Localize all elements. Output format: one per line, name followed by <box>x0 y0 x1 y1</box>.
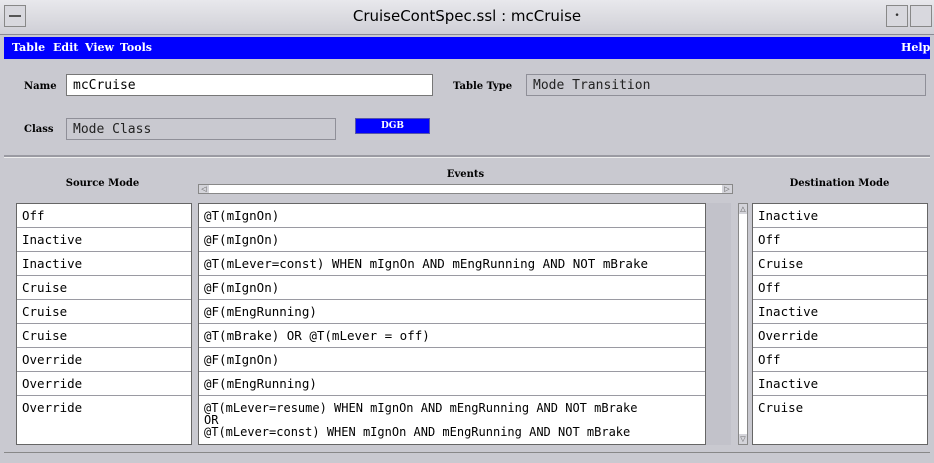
scroll-up-icon[interactable]: △ <box>739 204 747 214</box>
source-mode-header: Source Mode <box>65 178 140 189</box>
destination-cell[interactable]: Cruise <box>753 396 927 446</box>
source-cell[interactable]: Override <box>17 348 191 372</box>
event-cell[interactable]: @T(mBrake) OR @T(mLever = off) <box>199 324 705 348</box>
source-cell[interactable]: Cruise <box>17 276 191 300</box>
destination-cell[interactable]: Off <box>753 348 927 372</box>
source-cell[interactable]: Off <box>17 204 191 228</box>
source-cell[interactable]: Inactive <box>17 228 191 252</box>
destination-cell[interactable]: Inactive <box>753 372 927 396</box>
class-label: Class <box>24 124 54 135</box>
menubar: Table Edit View Tools Help <box>4 37 930 59</box>
event-cell[interactable]: @T(mLever=resume) WHEN mIgnOn AND mEngRu… <box>199 396 705 446</box>
events-gutter <box>706 203 731 445</box>
separator <box>4 155 930 158</box>
source-cell[interactable]: Cruise <box>17 300 191 324</box>
source-cell[interactable]: Override <box>17 396 191 446</box>
destination-cell[interactable]: Cruise <box>753 252 927 276</box>
destination-cell[interactable]: Inactive <box>753 204 927 228</box>
menu-tools[interactable]: Tools <box>120 41 152 54</box>
event-cell[interactable]: @F(mEngRunning) <box>199 300 705 324</box>
window-titlebar[interactable]: CruiseContSpec.ssl : mcCruise • <box>0 0 934 35</box>
event-cell[interactable]: @F(mEngRunning) <box>199 372 705 396</box>
event-cell[interactable]: @F(mIgnOn) <box>199 348 705 372</box>
destination-cell[interactable]: Override <box>753 324 927 348</box>
scroll-down-icon[interactable]: ▽ <box>739 434 747 444</box>
source-mode-panel: Off Inactive Inactive Cruise Cruise Crui… <box>16 203 192 445</box>
destination-cell[interactable]: Off <box>753 228 927 252</box>
events-panel: @T(mIgnOn) @F(mIgnOn) @T(mLever=const) W… <box>198 203 706 445</box>
menu-table[interactable]: Table <box>12 41 45 54</box>
events-header: Events <box>446 169 485 180</box>
table-type-label: Table Type <box>453 81 513 92</box>
scroll-left-icon[interactable]: ◁ <box>199 185 209 193</box>
destination-mode-header: Destination Mode <box>789 178 890 189</box>
event-cell[interactable]: @T(mIgnOn) <box>199 204 705 228</box>
event-cell[interactable]: @T(mLever=const) WHEN mIgnOn AND mEngRun… <box>199 252 705 276</box>
maximize-icon[interactable] <box>910 5 932 27</box>
name-label: Name <box>24 81 57 92</box>
destination-cell[interactable]: Inactive <box>753 300 927 324</box>
events-horizontal-scrollbar[interactable]: ◁ ▷ <box>198 184 733 194</box>
scroll-right-icon[interactable]: ▷ <box>722 185 732 193</box>
dgb-button[interactable]: DGB <box>355 118 430 134</box>
source-cell[interactable]: Override <box>17 372 191 396</box>
source-cell[interactable]: Cruise <box>17 324 191 348</box>
source-cell[interactable]: Inactive <box>17 252 191 276</box>
class-field: Mode Class <box>66 118 336 140</box>
name-input[interactable]: mcCruise <box>66 74 433 96</box>
menu-view[interactable]: View <box>85 41 114 54</box>
destination-mode-panel: Inactive Off Cruise Off Inactive Overrid… <box>752 203 928 445</box>
event-cell[interactable]: @F(mIgnOn) <box>199 276 705 300</box>
table-vertical-scrollbar[interactable]: △ ▽ <box>738 203 748 445</box>
table-type-field: Mode Transition <box>526 74 926 96</box>
window-title: CruiseContSpec.ssl : mcCruise <box>352 7 582 25</box>
event-cell[interactable]: @F(mIgnOn) <box>199 228 705 252</box>
menu-help[interactable]: Help <box>901 41 930 54</box>
menu-edit[interactable]: Edit <box>53 41 78 54</box>
destination-cell[interactable]: Off <box>753 276 927 300</box>
minimize-icon[interactable]: • <box>886 5 908 27</box>
bottom-border <box>4 452 930 453</box>
